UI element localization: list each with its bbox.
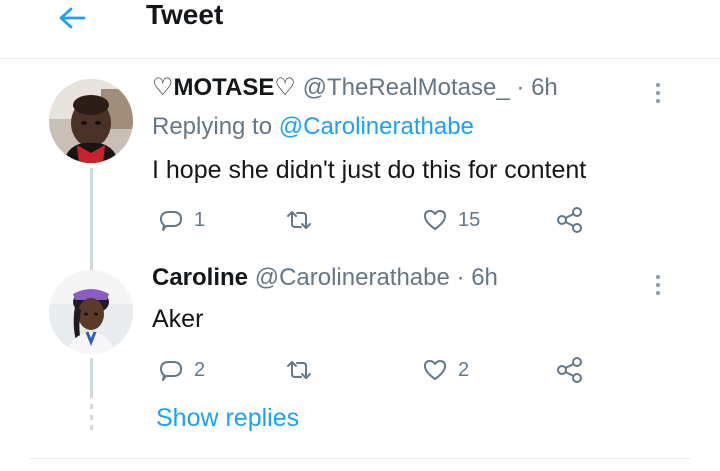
top-bar: Tweet (0, 0, 720, 59)
replying-to-label: Replying to (152, 113, 273, 140)
tweet-actions: 2 2 (152, 355, 592, 385)
reply-button[interactable]: 1 (158, 205, 205, 235)
timestamp[interactable]: 6h (531, 74, 558, 101)
reply-button[interactable]: 2 (158, 355, 205, 385)
reply-count: 2 (194, 358, 206, 381)
user-handle[interactable]: @Carolinerathabe (255, 264, 450, 291)
tweet-page: Tweet ♡MOTASE♡ @TheRealMotase_ · 6h Repl… (0, 0, 720, 471)
back-button[interactable] (50, 0, 94, 36)
retweet-icon (287, 211, 311, 229)
retweet-button[interactable] (284, 205, 324, 235)
tweet-text: I hope she didn't just do this for conte… (152, 156, 587, 184)
tweet-header: ♡MOTASE♡ @TheRealMotase_ · 6h (152, 72, 558, 104)
show-replies-link[interactable]: Show replies (156, 402, 299, 434)
share-icon (557, 357, 582, 383)
heart-icon (424, 210, 446, 230)
like-count: 15 (458, 208, 481, 231)
share-button[interactable] (556, 355, 584, 385)
retweet-icon (287, 361, 311, 379)
separator: · (516, 74, 525, 101)
replying-to-handle[interactable]: @Carolinerathabe (279, 113, 474, 140)
avatar[interactable] (49, 79, 133, 163)
like-count: 2 (458, 358, 470, 381)
arrow-left-icon (59, 7, 86, 29)
display-name[interactable]: Caroline (152, 264, 248, 291)
divider (30, 458, 690, 459)
timestamp[interactable]: 6h (471, 264, 498, 291)
tweet-text: Aker (152, 305, 204, 333)
thread-continuation-dots (90, 404, 93, 430)
heart-icon (424, 360, 446, 380)
share-button[interactable] (556, 205, 584, 235)
like-button[interactable]: 15 (422, 205, 480, 235)
page-title: Tweet (146, 0, 224, 30)
thread-line (90, 358, 93, 398)
tweet-header: Caroline @Carolinerathabe · 6h (152, 262, 498, 294)
tweet-actions: 1 15 (152, 205, 592, 235)
more-options-icon[interactable] (648, 78, 668, 108)
reply-icon (160, 211, 182, 231)
display-name[interactable]: ♡MOTASE♡ (152, 74, 296, 101)
share-icon (557, 207, 582, 233)
retweet-button[interactable] (284, 355, 324, 385)
reply-count: 1 (194, 208, 206, 231)
tweet-reply-caroline[interactable]: Caroline @Carolinerathabe · 6h Aker 2 2 (0, 262, 720, 412)
reply-icon (160, 361, 182, 381)
more-options-icon[interactable] (648, 270, 668, 300)
user-handle[interactable]: @TheRealMotase_ (303, 74, 510, 101)
separator: · (456, 264, 465, 291)
like-button[interactable]: 2 (422, 355, 469, 385)
tweet-reply-motase[interactable]: ♡MOTASE♡ @TheRealMotase_ · 6h Replying t… (0, 72, 720, 346)
avatar[interactable] (49, 270, 133, 354)
replying-to: Replying to @Carolinerathabe (152, 112, 474, 142)
